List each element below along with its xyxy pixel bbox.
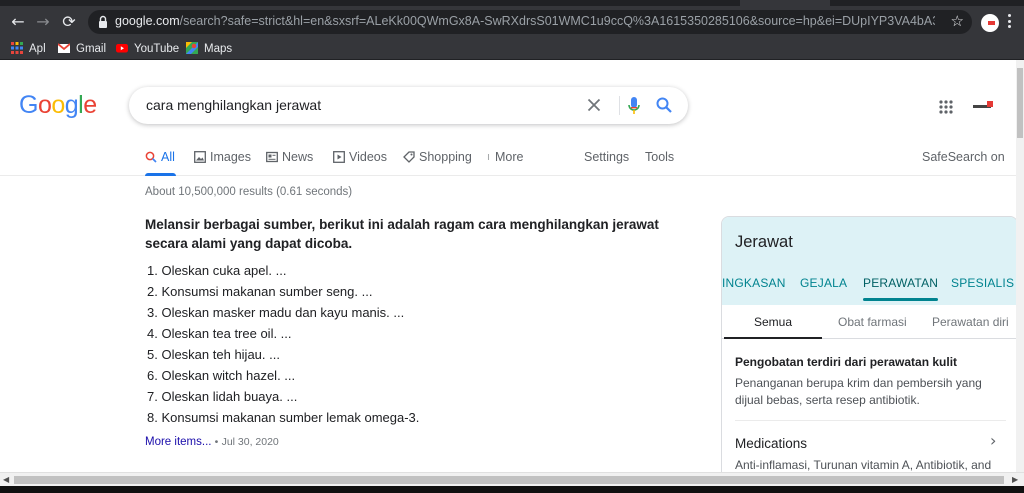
list-item: 8. Konsumsi makanan sumber lemak omega-3… <box>147 410 420 425</box>
tab-label: Images <box>210 150 251 164</box>
vertical-scrollbar[interactable] <box>1016 60 1024 472</box>
knowledge-panel-header: Jerawat INGKASAN GEJALA PERAWATAN SPESIA… <box>722 217 1016 305</box>
search-box <box>129 87 688 124</box>
tag-icon <box>403 151 415 163</box>
scroll-right-arrow-icon[interactable]: ▶ <box>1012 475 1018 484</box>
horizontal-scroll-thumb[interactable] <box>14 476 1004 484</box>
tab-all[interactable]: All <box>145 150 176 176</box>
back-arrow-icon[interactable]: ← <box>7 11 29 33</box>
reload-icon[interactable]: ⟳ <box>58 11 80 33</box>
more-vert-icon <box>487 154 490 160</box>
knowledge-panel-subtabs: Semua Obat farmasi Perawatan diri <box>722 305 1016 339</box>
bookmark-apl[interactable]: Apl <box>11 41 46 57</box>
kp-subtab-obat-farmasi[interactable]: Obat farmasi <box>838 315 907 329</box>
url-path: /search?safe=strict&hl=en&sxsrf=ALeKk00Q… <box>179 14 935 28</box>
list-item: 6. Oleskan witch hazel. ... <box>147 368 296 383</box>
featured-snippet-list: 1. Oleskan cuka apel. ... 2. Konsumsi ma… <box>147 262 419 430</box>
list-item: 5. Oleskan teh hijau. ... <box>147 347 280 362</box>
bookmark-label: Maps <box>204 43 233 55</box>
list-item: 2. Konsumsi makanan sumber seng. ... <box>147 284 373 299</box>
browser-toolbar: ← → ⟳ google.com/search?safe=strict&hl=e… <box>0 6 1024 38</box>
knowledge-panel-title: Jerawat <box>735 233 793 251</box>
google-apps-icon[interactable] <box>939 100 953 114</box>
image-icon <box>194 151 206 163</box>
bookmark-gmail[interactable]: Gmail <box>58 41 106 57</box>
apps-grid-icon <box>11 42 23 54</box>
tab-images[interactable]: Images <box>194 150 251 176</box>
tab-label: All <box>161 150 175 164</box>
list-item: 7. Oleskan lidah buaya. ... <box>147 389 298 404</box>
tab-news[interactable]: News <box>266 150 313 176</box>
result-stats: About 10,500,000 results (0.61 seconds) <box>145 186 353 198</box>
news-icon <box>266 151 278 163</box>
kp-tab-ringkasan[interactable]: INGKASAN <box>722 276 786 290</box>
search-divider <box>619 96 620 115</box>
list-item: 1. Oleskan cuka apel. ... <box>147 263 287 278</box>
forward-arrow-icon[interactable]: → <box>32 11 54 33</box>
tab-videos[interactable]: Videos <box>333 150 387 176</box>
tab-more[interactable]: More <box>487 150 523 176</box>
bookmarks-bar: Apl Gmail YouTube Maps <box>0 38 1024 60</box>
browser-menu-icon[interactable] <box>1008 13 1012 29</box>
list-item: 3. Oleskan masker madu dan kayu manis. .… <box>147 305 405 320</box>
profile-avatar[interactable] <box>981 14 999 32</box>
youtube-icon <box>116 44 128 53</box>
kp-subtab-semua[interactable]: Semua <box>723 315 823 339</box>
kp-tab-perawatan[interactable]: PERAWATAN <box>863 276 939 301</box>
search-icon <box>145 151 157 163</box>
bookmark-label: YouTube <box>134 43 180 55</box>
scroll-left-arrow-icon[interactable]: ◀ <box>3 475 9 484</box>
bookmark-youtube[interactable]: YouTube <box>116 41 179 57</box>
gmail-icon <box>58 43 70 53</box>
more-items-line: More items... • Jul 30, 2020 <box>145 436 279 448</box>
bookmark-label: Gmail <box>76 43 107 55</box>
lock-icon <box>99 15 107 28</box>
tab-shopping[interactable]: Shopping <box>403 150 472 176</box>
tab-label: More <box>495 150 524 164</box>
search-input[interactable] <box>146 95 566 115</box>
bookmark-label: Apl <box>29 43 46 55</box>
google-results-page: Google cara menghilangkan jerawat All Im… <box>0 60 1016 472</box>
horizontal-scrollbar[interactable]: ◀ ▶ <box>0 472 1024 486</box>
snippet-date: Jul 30, 2020 <box>221 436 279 448</box>
kp-tab-spesialis[interactable]: SPESIALIS <box>951 276 1014 290</box>
kp-medications-body: Anti-inflamasi, Turunan vitamin A, Antib… <box>735 458 992 472</box>
microphone-icon[interactable] <box>626 95 642 117</box>
bookmark-star-icon[interactable]: ☆ <box>951 12 964 30</box>
list-item: 4. Oleskan tea tree oil. ... <box>147 326 292 341</box>
kp-tab-gejala[interactable]: GEJALA <box>800 276 847 290</box>
date-separator: • <box>214 436 219 448</box>
google-logo[interactable]: Google <box>19 91 97 120</box>
settings-link[interactable]: Settings <box>584 150 629 176</box>
kp-divider <box>735 420 1006 421</box>
knowledge-panel: Jerawat INGKASAN GEJALA PERAWATAN SPESIA… <box>721 216 1016 472</box>
tab-label: News <box>282 150 314 164</box>
address-bar[interactable]: google.com/search?safe=strict&hl=en&sxsr… <box>88 10 972 34</box>
featured-snippet-heading: Melansir berbagai sumber, berikut ini ad… <box>145 217 659 251</box>
bookmark-maps[interactable]: Maps <box>186 41 232 57</box>
maps-icon <box>186 42 198 54</box>
kp-subtab-perawatan-diri[interactable]: Perawatan diri <box>932 315 1009 329</box>
address-url: google.com/search?safe=strict&hl=en&sxsr… <box>115 14 935 28</box>
url-host: google.com <box>115 14 180 28</box>
search-tabs: All Images News Videos Shopping More Set… <box>0 142 1016 176</box>
kp-medications-title[interactable]: Medications <box>735 436 807 451</box>
kp-section-body: Penanganan berupa krim dan pembersih yan… <box>735 376 982 407</box>
video-icon <box>333 151 345 163</box>
clear-search-icon[interactable] <box>584 95 604 115</box>
search-icon[interactable] <box>655 96 673 114</box>
kp-section-title: Pengobatan terdiri dari perawatan kulit <box>735 355 958 369</box>
chevron-right-icon[interactable]: › <box>990 431 996 450</box>
os-taskbar <box>0 486 1024 493</box>
tools-link[interactable]: Tools <box>645 150 674 176</box>
safesearch-status[interactable]: SafeSearch on <box>922 150 1005 176</box>
more-items-link[interactable]: More items... <box>145 436 211 448</box>
account-logo-icon[interactable] <box>969 96 997 118</box>
tab-label: Videos <box>349 150 387 164</box>
tab-label: Shopping <box>419 150 472 164</box>
